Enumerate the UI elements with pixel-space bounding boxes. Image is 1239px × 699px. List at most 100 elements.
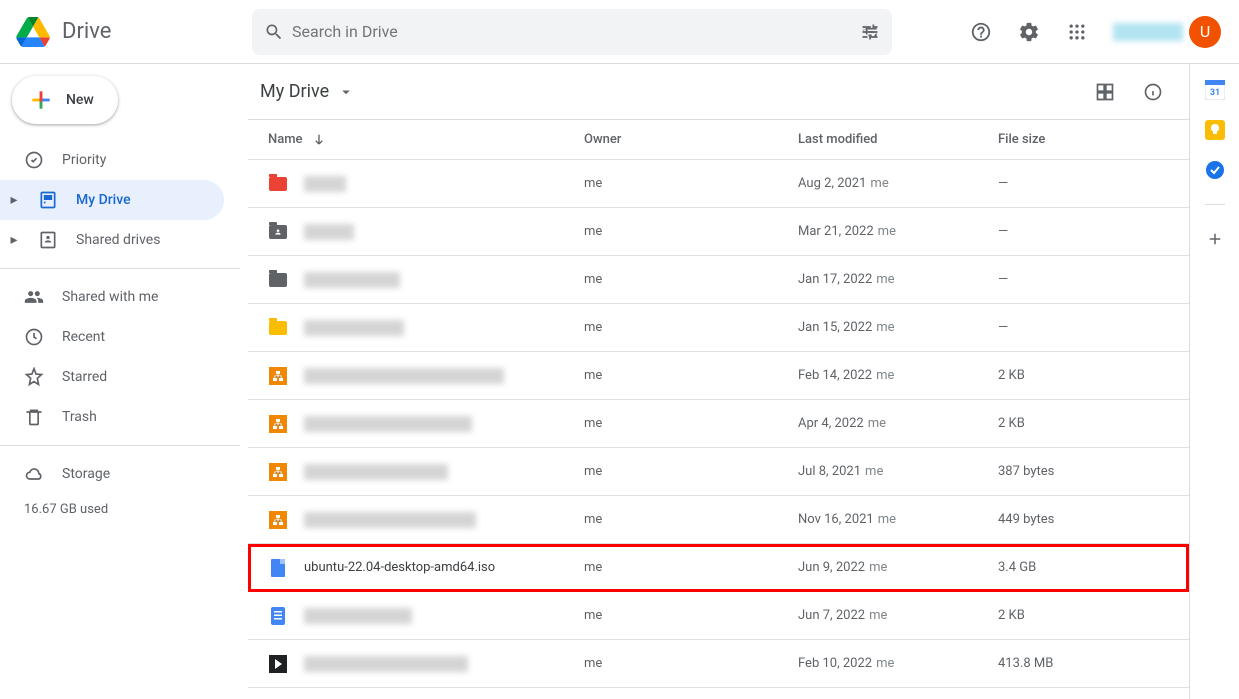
search-icon xyxy=(264,22,284,42)
file-row[interactable]: me Jul 8, 2021me 387 bytes xyxy=(248,448,1189,496)
file-size: 3.4 GB xyxy=(998,560,1173,575)
apps-button[interactable] xyxy=(1057,12,1097,52)
sort-arrow-down-icon xyxy=(311,132,327,148)
tasks-app-icon[interactable] xyxy=(1205,160,1225,180)
add-addon-button[interactable] xyxy=(1205,229,1225,249)
file-owner: me xyxy=(584,608,798,623)
file-owner: me xyxy=(584,272,798,287)
divider xyxy=(1205,204,1225,205)
file-size: — xyxy=(998,224,1173,239)
account-chip[interactable]: U xyxy=(1105,14,1223,50)
file-type-icon xyxy=(268,414,288,434)
support-button[interactable] xyxy=(961,12,1001,52)
divider xyxy=(0,268,240,269)
file-modified: Feb 10, 2022me xyxy=(798,656,998,671)
sidebar-item-my-drive[interactable]: ▸ My Drive xyxy=(0,180,224,220)
file-name-blurred xyxy=(304,176,346,192)
header: Drive U xyxy=(0,0,1239,64)
file-size: — xyxy=(998,176,1173,191)
file-name-blurred xyxy=(304,272,400,288)
file-row[interactable]: me Aug 2, 2021me — xyxy=(248,160,1189,208)
file-owner: me xyxy=(584,176,798,191)
file-type-icon xyxy=(268,606,288,626)
drive-logo-icon xyxy=(16,17,50,47)
plus-icon xyxy=(28,87,54,113)
logo[interactable]: Drive xyxy=(16,17,252,47)
file-type-icon xyxy=(268,462,288,482)
keep-app-icon[interactable] xyxy=(1205,120,1225,140)
file-name-blurred xyxy=(304,224,354,240)
sidebar-item-trash[interactable]: Trash xyxy=(0,397,224,437)
content: My Drive Name Owner xyxy=(240,64,1189,699)
file-name-text: ubuntu-22.04-desktop-amd64.iso xyxy=(304,560,495,575)
chevron-right-icon[interactable]: ▸ xyxy=(8,192,20,208)
side-panel: 31 xyxy=(1189,64,1239,699)
apps-grid-icon xyxy=(1067,22,1087,42)
file-row[interactable]: me Feb 10, 2022me 413.8 MB xyxy=(248,640,1189,688)
column-header-owner[interactable]: Owner xyxy=(584,132,798,147)
details-button[interactable] xyxy=(1133,72,1173,112)
chevron-right-icon[interactable]: ▸ xyxy=(8,232,20,248)
avatar: U xyxy=(1189,16,1221,48)
new-button[interactable]: New xyxy=(12,76,118,124)
file-owner: me xyxy=(584,560,798,575)
column-header-size[interactable]: File size xyxy=(998,132,1173,147)
calendar-app-icon[interactable]: 31 xyxy=(1205,80,1225,100)
file-owner: me xyxy=(584,512,798,527)
breadcrumb-title: My Drive xyxy=(260,81,329,102)
file-row[interactable]: me Jan 17, 2022me — xyxy=(248,256,1189,304)
file-row[interactable]: me Jun 7, 2022me 2 KB xyxy=(248,592,1189,640)
sidebar-item-label: Shared with me xyxy=(62,289,158,305)
file-row[interactable]: me Feb 14, 2022me 2 KB xyxy=(248,352,1189,400)
search-input[interactable] xyxy=(284,22,860,41)
account-name xyxy=(1113,23,1183,41)
file-name-blurred xyxy=(304,416,472,432)
priority-icon xyxy=(24,150,44,170)
file-row[interactable]: ubuntu-22.04-desktop-amd64.iso me Jun 9,… xyxy=(248,544,1189,592)
breadcrumb[interactable]: My Drive xyxy=(252,77,363,106)
file-size: 2 KB xyxy=(998,416,1173,431)
sidebar-item-shared-with-me[interactable]: Shared with me xyxy=(0,277,224,317)
file-owner: me xyxy=(584,416,798,431)
file-owner: me xyxy=(584,464,798,479)
file-size: — xyxy=(998,320,1173,335)
file-name-blurred xyxy=(304,368,504,384)
sidebar-item-priority[interactable]: Priority xyxy=(0,140,224,180)
sidebar-item-storage[interactable]: Storage xyxy=(0,454,224,494)
settings-button[interactable] xyxy=(1009,12,1049,52)
sidebar-item-recent[interactable]: Recent xyxy=(0,317,224,357)
search-options-icon[interactable] xyxy=(860,22,880,42)
file-type-icon xyxy=(268,222,288,242)
file-type-icon xyxy=(268,318,288,338)
view-toggle-button[interactable] xyxy=(1085,72,1125,112)
file-modified: Mar 21, 2022me xyxy=(798,224,998,239)
sidebar-item-label: Shared drives xyxy=(76,232,160,248)
file-row[interactable]: me Jan 15, 2022me — xyxy=(248,304,1189,352)
column-header-modified[interactable]: Last modified xyxy=(798,132,998,147)
file-name-blurred xyxy=(304,464,448,480)
sidebar-item-starred[interactable]: Starred xyxy=(0,357,224,397)
file-type-icon xyxy=(268,654,288,674)
file-name-blurred xyxy=(304,656,468,672)
plus-icon xyxy=(1206,230,1224,248)
file-modified: Jun 7, 2022me xyxy=(798,608,998,623)
file-row[interactable]: me Nov 16, 2021me 449 bytes xyxy=(248,496,1189,544)
search-bar[interactable] xyxy=(252,9,892,55)
file-row[interactable]: me Mar 21, 2022me — xyxy=(248,208,1189,256)
file-name-blurred xyxy=(304,608,412,624)
file-type-icon xyxy=(268,270,288,290)
file-modified: Nov 16, 2021me xyxy=(798,512,998,527)
sidebar-item-shared-drives[interactable]: ▸ Shared drives xyxy=(0,220,224,260)
grid-view-icon xyxy=(1095,82,1115,102)
chevron-down-icon xyxy=(337,83,355,101)
column-header-name[interactable]: Name xyxy=(268,132,584,148)
file-row[interactable]: me Apr 4, 2022me 2 KB xyxy=(248,400,1189,448)
file-name-blurred xyxy=(304,512,476,528)
file-list: me Aug 2, 2021me — me Mar 21, 2022me — m… xyxy=(248,160,1189,688)
file-modified: Jun 9, 2022me xyxy=(798,560,998,575)
sidebar-item-label: Storage xyxy=(62,466,110,482)
file-size: 449 bytes xyxy=(998,512,1173,527)
file-owner: me xyxy=(584,368,798,383)
file-modified: Jan 15, 2022me xyxy=(798,320,998,335)
file-type-icon xyxy=(268,174,288,194)
